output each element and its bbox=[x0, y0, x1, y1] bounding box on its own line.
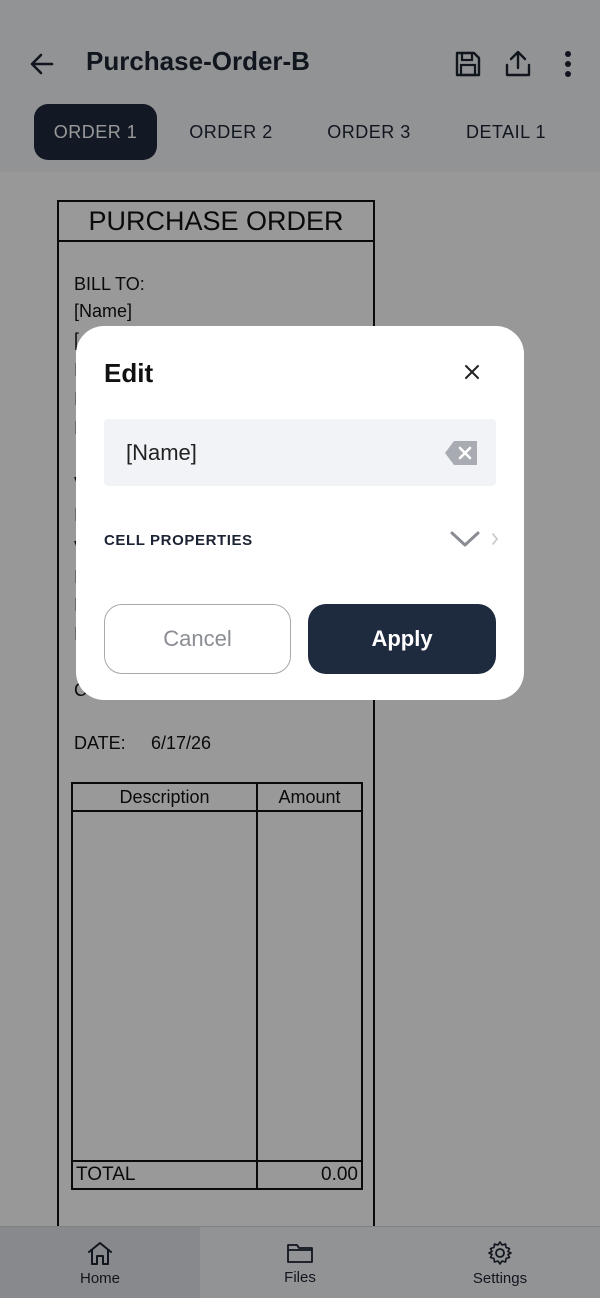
cell-properties-label[interactable]: CELL PROPERTIES bbox=[104, 532, 253, 549]
clear-text-button[interactable] bbox=[444, 439, 480, 467]
dialog-title: Edit bbox=[104, 358, 154, 388]
cell-properties-toggle[interactable] bbox=[448, 526, 482, 552]
chevron-down-icon bbox=[450, 531, 480, 547]
chevron-right-icon bbox=[490, 530, 500, 548]
cell-value-input[interactable] bbox=[104, 419, 434, 486]
close-icon bbox=[465, 365, 479, 379]
app-screen: Purchase-Order-B ORDER 1 ORDER 2 ORDER 3… bbox=[0, 0, 600, 1298]
cell-value-field bbox=[104, 419, 496, 486]
backspace-clear-icon bbox=[445, 441, 477, 465]
close-button[interactable] bbox=[456, 356, 488, 388]
edit-cell-dialog: Edit CELL PROPERTIES bbox=[76, 326, 524, 700]
apply-button[interactable]: Apply bbox=[308, 604, 496, 674]
cancel-button[interactable]: Cancel bbox=[104, 604, 291, 674]
